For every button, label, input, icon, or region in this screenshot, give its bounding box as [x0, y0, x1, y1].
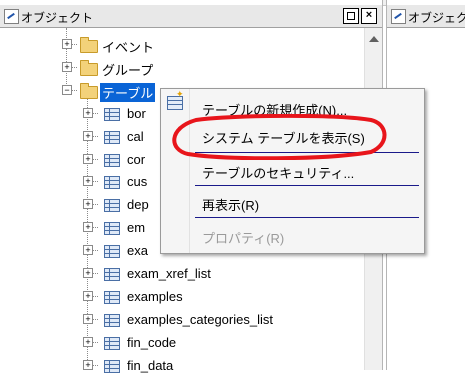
expand-icon[interactable]: +	[62, 39, 72, 49]
menu-item-new-table[interactable]: テーブルの新規作成(N)...	[190, 94, 423, 120]
expand-icon[interactable]: +	[83, 268, 93, 278]
tree-item-label: cor	[127, 151, 146, 167]
tree-item-label: cal	[127, 128, 144, 144]
tree-folder-row[interactable]: + グループ	[0, 58, 362, 80]
expand-icon[interactable]: +	[83, 199, 93, 210]
menu-item-label: システム テーブルを表示(S)	[202, 131, 365, 146]
object-pane-titlebar: オブジェクト ×	[0, 5, 382, 28]
table-icon	[104, 130, 120, 144]
table-icon	[104, 176, 120, 190]
tree-item-label: イベント	[102, 40, 155, 55]
tree-item-label: グループ	[102, 62, 154, 78]
tree-table-row[interactable]: + fin_code	[0, 333, 362, 355]
tree-item-label: cus	[127, 174, 148, 190]
tree-item-label: exa	[127, 243, 148, 259]
expand-icon[interactable]: +	[83, 290, 93, 301]
menu-item-label: テーブルの新規作成(N)...	[202, 103, 348, 118]
menu-item-properties[interactable]: プロパティ(R)	[190, 222, 423, 248]
expand-icon[interactable]: +	[62, 61, 72, 72]
tree-item-label: fin_code	[127, 334, 177, 350]
expand-icon[interactable]: +	[83, 245, 93, 256]
folder-icon	[80, 82, 98, 99]
scroll-up-icon[interactable]	[369, 36, 379, 42]
menu-item-show-system-tables[interactable]: システム テーブルを表示(S)	[190, 122, 423, 148]
second-pane-titlebar: オブジェクト	[387, 5, 465, 28]
expand-icon[interactable]: +	[83, 222, 93, 233]
table-icon	[104, 107, 120, 121]
menu-item-label: テーブルのセキュリティ...	[202, 166, 355, 181]
tree-table-row[interactable]: + examples	[0, 287, 362, 309]
table-icon	[104, 290, 120, 304]
tree-item-label: bor	[127, 105, 146, 121]
tree-item-label: fin_data	[127, 357, 174, 373]
menu-item-refresh[interactable]: 再表示(R)	[190, 189, 423, 215]
expand-icon[interactable]: +	[83, 359, 93, 370]
object-pane-title: オブジェクト	[21, 11, 94, 25]
tree-item-label: exam_xref_list	[127, 266, 211, 281]
close-button[interactable]: ×	[361, 8, 377, 24]
object-pane-icon	[4, 9, 19, 24]
expand-icon[interactable]: +	[83, 153, 93, 164]
tree-item-label: テーブル	[100, 82, 156, 102]
expand-icon[interactable]: +	[83, 176, 93, 187]
menu-icon-gutter	[161, 89, 190, 253]
expand-icon[interactable]: +	[83, 107, 93, 118]
folder-icon	[80, 59, 98, 76]
menu-item-label: プロパティ(R)	[202, 231, 285, 246]
tree-table-row[interactable]: + examples_categories_list	[0, 310, 362, 332]
folder-icon	[80, 37, 98, 53]
second-pane-icon	[391, 9, 406, 24]
tree-table-row[interactable]: + exam_xref_list	[0, 264, 362, 286]
tree-folder-row[interactable]: + イベント	[0, 35, 362, 57]
table-icon	[104, 153, 120, 167]
tree-table-row[interactable]: + fin_data	[0, 356, 362, 378]
new-table-icon	[167, 89, 184, 110]
tree-item-label: em	[127, 220, 146, 236]
table-icon	[104, 359, 120, 373]
menu-item-label: 再表示(R)	[202, 198, 260, 213]
second-pane-title: オブジェクト	[408, 11, 465, 25]
menu-separator	[195, 152, 419, 153]
expand-icon[interactable]: +	[83, 130, 93, 141]
expand-icon[interactable]: +	[83, 336, 93, 347]
menu-item-table-security[interactable]: テーブルのセキュリティ...	[190, 157, 423, 183]
menu-separator	[195, 185, 419, 186]
tree-item-label: examples	[127, 288, 183, 304]
table-icon	[104, 313, 120, 327]
table-icon	[104, 268, 120, 281]
tree-item-label: examples_categories_list	[127, 311, 273, 327]
maximize-button[interactable]	[343, 8, 359, 24]
table-icon	[104, 336, 120, 350]
collapse-icon[interactable]: −	[62, 84, 72, 95]
table-icon	[104, 245, 120, 259]
context-menu: テーブルの新規作成(N)... システム テーブルを表示(S) テーブルのセキュ…	[160, 88, 425, 254]
menu-separator	[195, 217, 419, 218]
expand-icon[interactable]: +	[83, 313, 93, 324]
tree-item-label: dep	[127, 197, 149, 213]
table-icon	[104, 199, 120, 213]
table-icon	[104, 222, 120, 236]
